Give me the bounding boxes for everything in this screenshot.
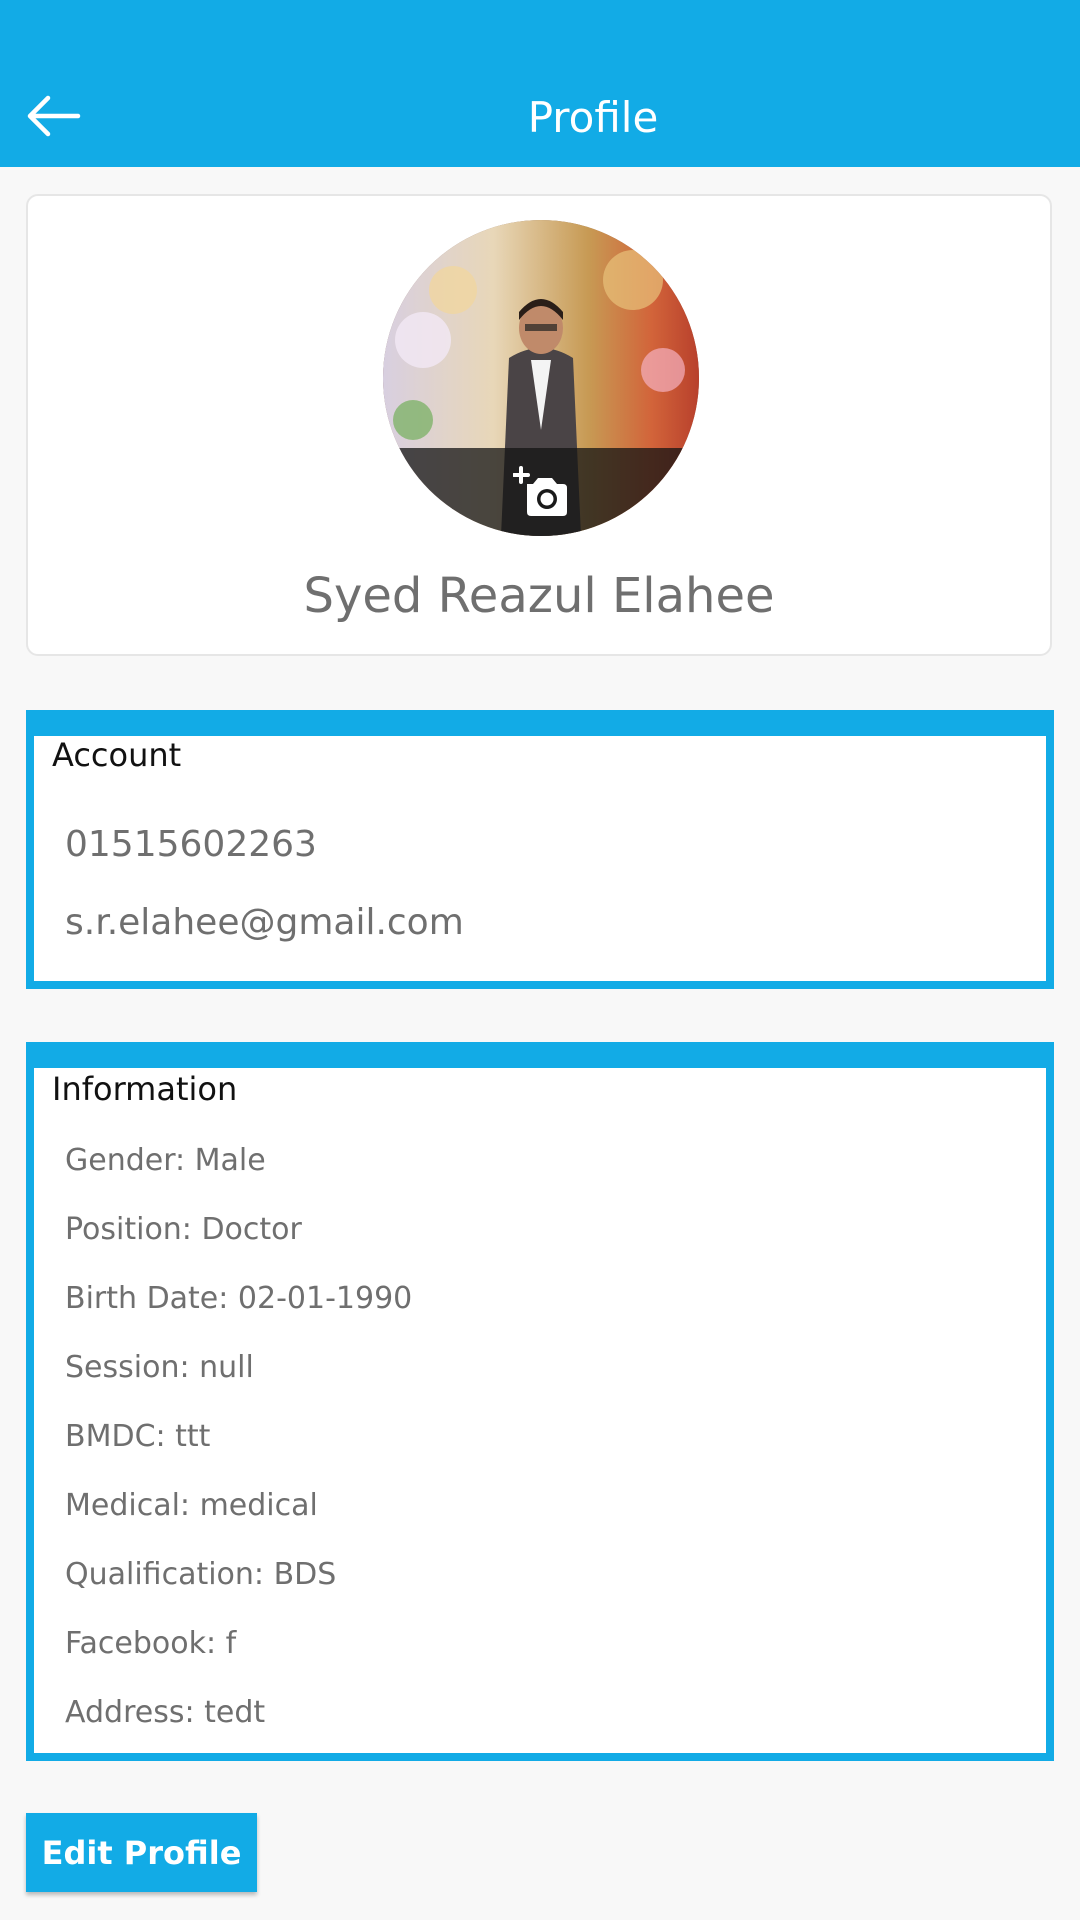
information-heading: Information [52, 1070, 238, 1108]
account-section: Account 01515602263 s.r.elahee@gmail.com [26, 710, 1054, 989]
account-heading: Account [52, 736, 182, 774]
change-photo-button[interactable] [383, 448, 699, 536]
profile-card: Syed Reazul Elahee [26, 194, 1052, 656]
avatar[interactable] [383, 220, 699, 536]
info-medical: Medical: medical [65, 1488, 318, 1523]
info-address: Address: tedt [65, 1695, 266, 1730]
account-phone: 01515602263 [65, 824, 317, 865]
info-position: Position: Doctor [65, 1212, 302, 1247]
info-gender: Gender: Male [65, 1143, 266, 1178]
account-email: s.r.elahee@gmail.com [65, 902, 464, 943]
edit-profile-button[interactable]: Edit Profile [26, 1813, 257, 1892]
info-qualification: Qualification: BDS [65, 1557, 337, 1592]
information-section: Information Gender: Male Position: Docto… [26, 1042, 1054, 1761]
profile-name: Syed Reazul Elahee [303, 568, 775, 624]
info-facebook: Facebook: f [65, 1626, 237, 1661]
app-bar: Profile [0, 0, 1080, 167]
info-bmdc: BMDC: ttt [65, 1419, 211, 1454]
add-photo-camera-icon [513, 466, 567, 516]
page-title: Profile [527, 93, 659, 142]
info-session: Session: null [65, 1350, 254, 1385]
info-birth-date: Birth Date: 02-01-1990 [65, 1281, 413, 1316]
